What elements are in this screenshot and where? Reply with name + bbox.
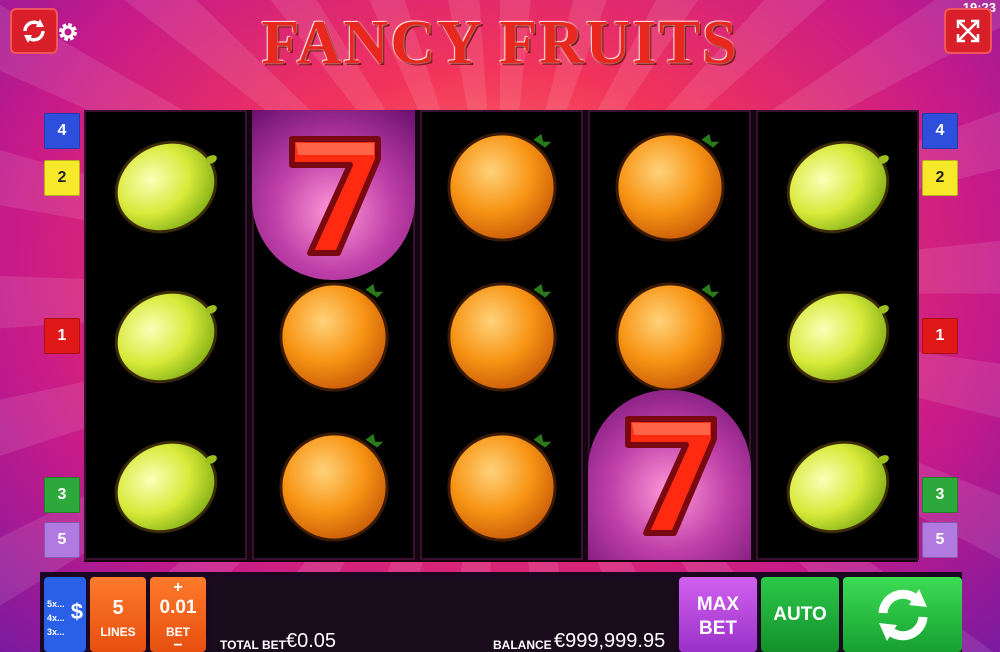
- payline-marker-left-1: 1: [44, 318, 80, 354]
- lemon-symbol: [756, 110, 919, 260]
- orange-symbol: [420, 110, 583, 260]
- coin-multiplier-5x: 5x...: [47, 599, 65, 609]
- spin-arrows-icon: [878, 588, 927, 641]
- lemon-symbol: [84, 410, 247, 560]
- reel-5: [756, 110, 919, 560]
- payline-marker-left-4: 4: [44, 113, 80, 149]
- game-title: FANCY FRUITS: [261, 9, 739, 77]
- fullscreen-icon: [956, 19, 980, 43]
- fullscreen-button[interactable]: [944, 8, 992, 54]
- payline-marker-left-3: 3: [44, 477, 80, 513]
- orange-symbol: [588, 110, 751, 260]
- coin-multiplier-4x: 4x...: [47, 613, 65, 623]
- orange-symbol: [252, 410, 415, 560]
- coin-value-button[interactable]: 5x... 4x... 3x... $: [44, 577, 86, 652]
- lines-value: 5: [112, 597, 124, 619]
- balance-label: BALANCE: [493, 638, 552, 652]
- payline-marker-right-3: 3: [922, 477, 958, 513]
- game-stage: FANCY FRUITS 19:23 4 2 1 3 5 4 2 1 3 5 5…: [0, 0, 1000, 652]
- coin-multiplier-3x: 3x...: [47, 627, 65, 637]
- balance-value: €999,999.95: [554, 630, 666, 652]
- reel-area: [84, 110, 919, 562]
- lemon-symbol: [756, 260, 919, 410]
- payline-marker-left-5: 5: [44, 522, 80, 558]
- payline-marker-right-1: 1: [922, 318, 958, 354]
- max-bet-label-line1: MAX: [696, 594, 740, 615]
- payline-marker-right-4: 4: [922, 113, 958, 149]
- reel-1: [84, 110, 247, 560]
- total-bet-label: TOTAL BET: [220, 638, 286, 652]
- payline-marker-left-2: 2: [44, 160, 80, 196]
- orange-symbol: [252, 260, 415, 410]
- max-bet-label-line2: BET: [699, 618, 737, 639]
- max-bet-button[interactable]: MAX BET: [679, 577, 757, 652]
- spin-button[interactable]: [843, 577, 962, 652]
- lines-label: LINES: [100, 625, 136, 639]
- dollar-icon: $: [70, 599, 83, 624]
- bet-selector: + 0.01 BET −: [150, 577, 206, 652]
- orange-symbol: [420, 260, 583, 410]
- bet-increase-button[interactable]: +: [150, 579, 206, 597]
- orange-symbol: [588, 260, 751, 410]
- lemon-symbol: [84, 110, 247, 260]
- orange-symbol: [420, 410, 583, 560]
- lines-button[interactable]: 5 LINES: [90, 577, 146, 652]
- auto-label: AUTO: [773, 603, 827, 625]
- info-panel: TOTAL BET €0.05 BALANCE €999,999.95: [210, 577, 676, 652]
- reel-2: [252, 110, 415, 560]
- lemon-symbol: [84, 260, 247, 410]
- reel-3: [420, 110, 583, 560]
- payline-marker-right-5: 5: [922, 522, 958, 558]
- bet-decrease-button[interactable]: −: [150, 637, 206, 652]
- seven-symbol: [252, 110, 415, 280]
- lemon-symbol: [756, 410, 919, 560]
- seven-symbol: [588, 390, 751, 560]
- reel-4: [588, 110, 751, 560]
- total-bet-value: €0.05: [286, 630, 337, 652]
- payline-marker-right-2: 2: [922, 160, 958, 196]
- bet-value: 0.01: [159, 597, 197, 618]
- auto-button[interactable]: AUTO: [761, 577, 839, 652]
